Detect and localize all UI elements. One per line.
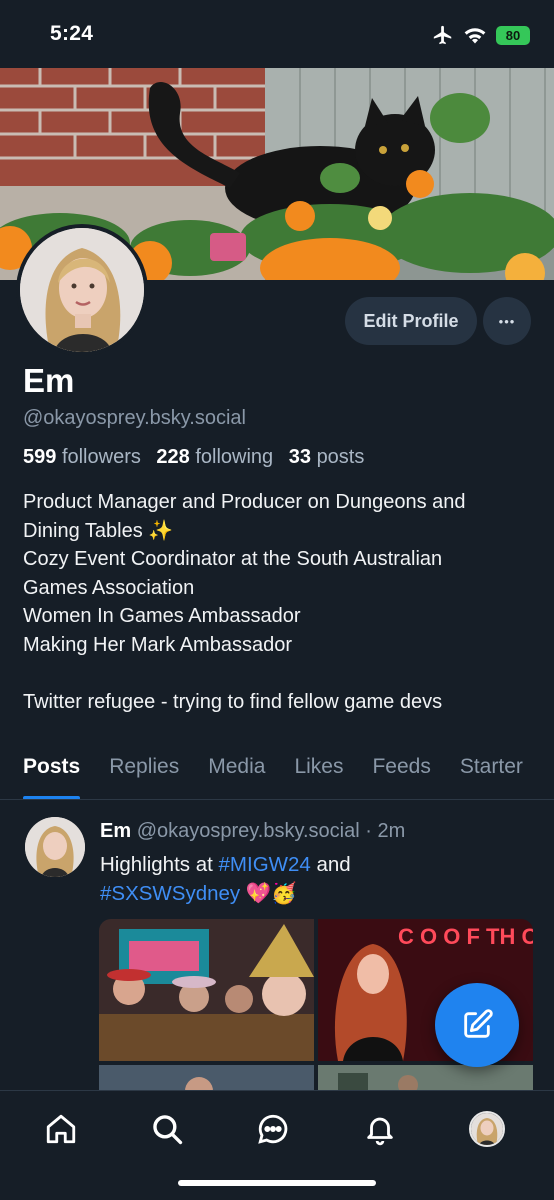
battery-icon: 80 (496, 25, 530, 45)
svg-text:C O O F TH C A: C O O F TH C A (398, 924, 533, 949)
more-icon: ••• (498, 313, 516, 329)
followers-label: followers (61, 446, 141, 468)
home-icon (46, 1114, 76, 1144)
post-author-handle[interactable]: @okayosprey.bsky.social (137, 820, 360, 842)
more-options-button[interactable]: ••• (483, 297, 531, 345)
nav-home[interactable] (41, 1109, 81, 1149)
nav-chat[interactable] (253, 1109, 293, 1149)
profile-handle: @okayosprey.bsky.social (23, 407, 246, 429)
post-text-prefix: Highlights at (100, 853, 219, 876)
following-count: 228 (156, 446, 190, 468)
edit-profile-button[interactable]: Edit Profile (345, 297, 477, 345)
tab-starter[interactable]: Starter (460, 748, 523, 799)
profile-avatar[interactable] (16, 224, 148, 356)
bio-line: Dining Tables ✨ (23, 519, 174, 542)
posts-stat: 33 posts (289, 446, 365, 468)
bio-line: Cozy Event Coordinator at the South Aust… (23, 548, 443, 570)
bell-icon (367, 1117, 393, 1146)
profile-stats: 599 followers 228 following 33 posts (23, 446, 364, 469)
airplane-icon (433, 25, 452, 45)
followers-link[interactable]: 599 followers (23, 446, 141, 468)
chat-icon (258, 1114, 288, 1144)
bio-line: Women In Games Ambassador (23, 605, 301, 627)
following-link[interactable]: 228 following (156, 446, 273, 468)
bio-line: Making Her Mark Ambassador (23, 633, 292, 656)
wifi-icon (464, 28, 486, 44)
post-author-name[interactable]: Em (100, 820, 131, 842)
home-indicator (178, 1180, 376, 1186)
compose-icon (464, 1009, 493, 1038)
post-emoji: 💖🥳 (240, 882, 297, 905)
nav-search[interactable] (147, 1109, 187, 1149)
bio-line (23, 659, 543, 688)
status-bar: 5:24 80 (0, 0, 554, 68)
status-icons: 80 (432, 24, 530, 46)
compose-post-button[interactable] (435, 983, 519, 1067)
bio-line: Twitter refugee - trying to find fellow … (23, 690, 443, 713)
hashtag-link[interactable]: #MIGW24 (219, 853, 311, 876)
following-label: following (195, 446, 274, 468)
profile-tabs: Posts Replies Media Likes Feeds Starter (0, 748, 554, 800)
post-header: Em @okayosprey.bsky.social · 2m (100, 820, 405, 843)
hashtag-link[interactable]: #SXSWSydney (100, 882, 240, 905)
post-image[interactable] (99, 919, 314, 1061)
post-time: 2m (377, 820, 406, 842)
tab-media[interactable]: Media (208, 748, 265, 799)
nav-profile[interactable] (467, 1109, 507, 1149)
tab-replies[interactable]: Replies (109, 748, 179, 799)
post-text: Highlights at #MIGW24 and #SXSWSydney 💖🥳 (100, 850, 530, 908)
profile-name: Em (23, 362, 75, 399)
tab-posts[interactable]: Posts (23, 748, 81, 799)
search-icon (153, 1115, 183, 1145)
avatar-image (20, 228, 144, 352)
followers-count: 599 (23, 446, 57, 468)
post-separator: · (365, 820, 372, 842)
post-author-avatar[interactable] (25, 817, 85, 877)
profile-bio: Product Manager and Producer on Dungeons… (23, 488, 543, 716)
tab-feeds[interactable]: Feeds (372, 748, 430, 799)
bio-line: Product Manager and Producer on Dungeons… (23, 491, 466, 513)
profile-avatar-small (469, 1111, 505, 1147)
post-text-mid: and (310, 853, 351, 876)
bio-line: Games Association (23, 576, 195, 599)
status-time: 5:24 (50, 22, 94, 45)
nav-notifications[interactable] (360, 1109, 400, 1149)
posts-label: posts (316, 446, 365, 468)
posts-count: 33 (288, 446, 311, 468)
tab-likes[interactable]: Likes (294, 748, 343, 799)
